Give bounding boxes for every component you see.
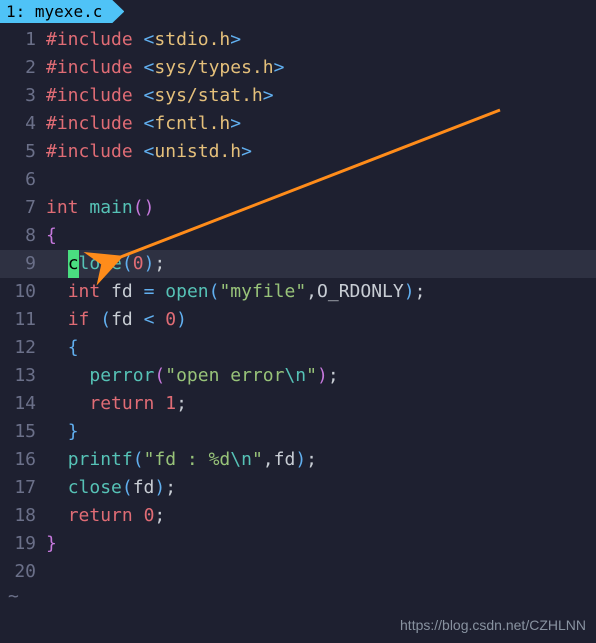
cursor: c <box>68 250 79 278</box>
code-line: 1 #include <stdio.h> <box>0 26 596 54</box>
code-line: 3 #include <sys/stat.h> <box>0 82 596 110</box>
code-line: 17 close(fd); <box>0 474 596 502</box>
line-number: 15 <box>0 418 46 446</box>
code-line: 7 int main() <box>0 194 596 222</box>
code-content: return 0; <box>46 502 596 530</box>
code-content: printf("fd : %d\n",fd); <box>46 446 596 474</box>
code-content: close(fd); <box>46 474 596 502</box>
code-content: #include <sys/stat.h> <box>46 82 596 110</box>
file-tab[interactable]: 1: myexe.c <box>0 0 124 23</box>
code-editor[interactable]: 1 #include <stdio.h> 2 #include <sys/typ… <box>0 24 596 586</box>
code-content: if (fd < 0) <box>46 306 596 334</box>
code-line: 4 #include <fcntl.h> <box>0 110 596 138</box>
line-number: 17 <box>0 474 46 502</box>
line-number: 8 <box>0 222 46 250</box>
line-number: 18 <box>0 502 46 530</box>
code-content: return 1; <box>46 390 596 418</box>
code-line: 19 } <box>0 530 596 558</box>
code-line: 18 return 0; <box>0 502 596 530</box>
code-content: } <box>46 418 596 446</box>
tab-filename: myexe.c <box>35 2 102 21</box>
code-line: 14 return 1; <box>0 390 596 418</box>
line-number: 9 <box>0 250 46 278</box>
code-content: #include <unistd.h> <box>46 138 596 166</box>
line-number: 2 <box>0 54 46 82</box>
code-content: } <box>46 530 596 558</box>
code-line: 20 <box>0 558 596 586</box>
code-content: #include <fcntl.h> <box>46 110 596 138</box>
line-number: 4 <box>0 110 46 138</box>
code-line: 13 perror("open error\n"); <box>0 362 596 390</box>
watermark: https://blog.csdn.net/CZHLNN <box>400 617 586 633</box>
line-number: 16 <box>0 446 46 474</box>
code-line: 5 #include <unistd.h> <box>0 138 596 166</box>
code-content: #include <sys/types.h> <box>46 54 596 82</box>
line-number: 6 <box>0 166 46 194</box>
line-number: 7 <box>0 194 46 222</box>
code-line-current: 9 close(0); <box>0 250 596 278</box>
code-line: 6 <box>0 166 596 194</box>
code-line: 11 if (fd < 0) <box>0 306 596 334</box>
line-number: 11 <box>0 306 46 334</box>
code-content: perror("open error\n"); <box>46 362 596 390</box>
tab-index: 1: <box>6 2 25 21</box>
code-content: close(0); <box>46 250 596 278</box>
code-line: 8 { <box>0 222 596 250</box>
line-number: 19 <box>0 530 46 558</box>
code-line: 15 } <box>0 418 596 446</box>
code-content: { <box>46 334 596 362</box>
code-line: 16 printf("fd : %d\n",fd); <box>0 446 596 474</box>
code-line: 12 { <box>0 334 596 362</box>
line-number: 13 <box>0 362 46 390</box>
code-content: int main() <box>46 194 596 222</box>
line-number: 1 <box>0 26 46 54</box>
line-number: 20 <box>0 558 46 586</box>
code-line: 2 #include <sys/types.h> <box>0 54 596 82</box>
code-content: { <box>46 222 596 250</box>
code-content: int fd = open("myfile",O_RDONLY); <box>46 278 596 306</box>
line-number: 14 <box>0 390 46 418</box>
code-content: #include <stdio.h> <box>46 26 596 54</box>
line-number: 5 <box>0 138 46 166</box>
line-number: 12 <box>0 334 46 362</box>
empty-line-tilde: ~ <box>2 586 19 607</box>
line-number: 3 <box>0 82 46 110</box>
code-line: 10 int fd = open("myfile",O_RDONLY); <box>0 278 596 306</box>
tab-bar: 1: myexe.c <box>0 0 596 24</box>
line-number: 10 <box>0 278 46 306</box>
